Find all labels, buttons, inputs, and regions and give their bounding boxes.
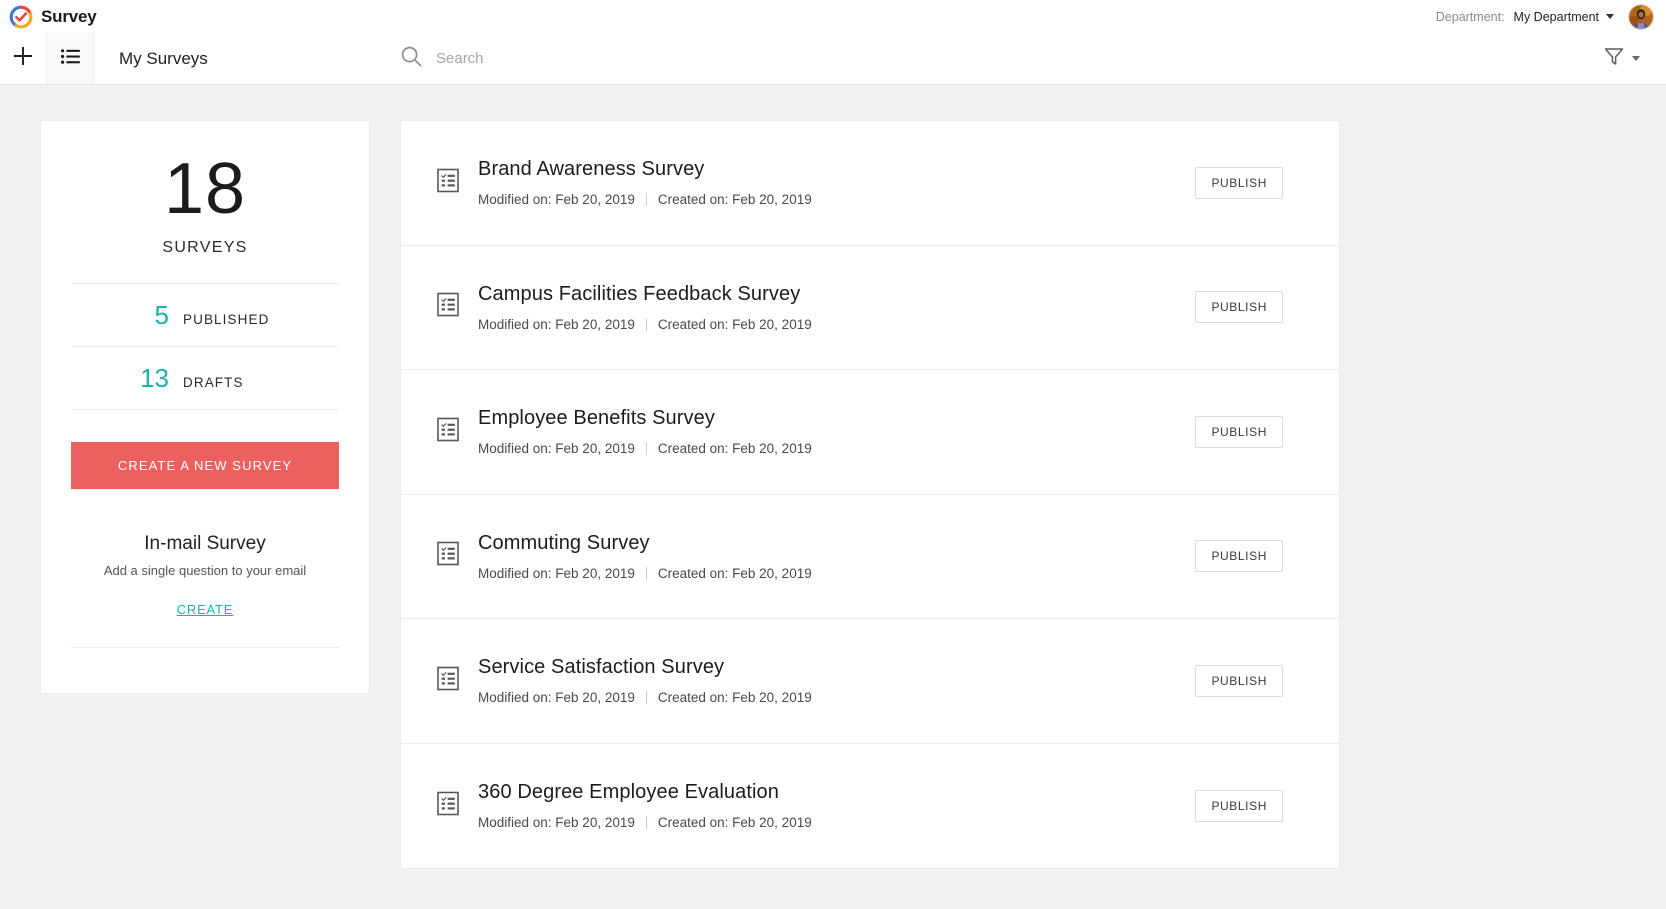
table-row[interactable]: Service Satisfaction Survey Modified on:… (401, 619, 1339, 744)
page-title: My Surveys (119, 48, 208, 68)
toolbar: My Surveys (0, 33, 1666, 85)
survey-title: Campus Facilities Feedback Survey (478, 282, 801, 305)
survey-meta: Modified on: Feb 20, 2019 Created on: Fe… (478, 306, 812, 332)
survey-form-icon (437, 168, 459, 197)
created-date: Created on: Feb 20, 2019 (657, 565, 812, 581)
survey-meta: Modified on: Feb 20, 2019 Created on: Fe… (478, 430, 812, 456)
department-selector[interactable]: My Department (1514, 10, 1614, 24)
table-row[interactable]: Brand Awareness Survey Modified on: Feb … (401, 121, 1339, 246)
page-body: 18 SURVEYS 5 PUBLISHED 13 DRAFTS CREATE … (0, 86, 1666, 909)
survey-title: 360 Degree Employee Evaluation (478, 781, 779, 804)
plus-icon (12, 45, 34, 72)
survey-meta: Modified on: Feb 20, 2019 Created on: Fe… (478, 181, 812, 207)
drafts-label: DRAFTS (183, 375, 244, 390)
survey-info: Brand Awareness Survey Modified on: Feb … (401, 158, 812, 207)
inmail-create-link[interactable]: CREATE (71, 578, 339, 617)
survey-title: Commuting Survey (478, 531, 650, 554)
meta-separator (645, 691, 647, 705)
total-survey-label: SURVEYS (162, 239, 248, 256)
survey-summary-card: 18 SURVEYS 5 PUBLISHED 13 DRAFTS CREATE … (40, 120, 370, 694)
stat-published[interactable]: 5 PUBLISHED (71, 283, 339, 346)
survey-check-logo-icon (9, 5, 33, 29)
search-input[interactable] (436, 50, 856, 67)
inmail-title: In-mail Survey (144, 533, 266, 554)
meta-separator (645, 193, 647, 207)
survey-meta: Modified on: Feb 20, 2019 Created on: Fe… (478, 804, 812, 830)
modified-date: Modified on: Feb 20, 2019 (478, 690, 635, 706)
survey-form-icon (437, 541, 459, 571)
chevron-down-icon (1606, 14, 1614, 19)
publish-button[interactable]: PUBLISH (1195, 664, 1283, 697)
list-view-icon (60, 48, 80, 69)
meta-separator (645, 816, 647, 830)
created-date: Created on: Feb 20, 2019 (657, 316, 812, 332)
meta-separator (645, 317, 647, 331)
survey-info: Commuting Survey Modified on: Feb 20, 20… (401, 532, 812, 581)
modified-date: Modified on: Feb 20, 2019 (478, 565, 635, 581)
table-row[interactable]: Campus Facilities Feedback Survey Modifi… (401, 246, 1339, 370)
table-row[interactable]: Employee Benefits Survey Modified on: Fe… (401, 370, 1339, 495)
survey-title: Brand Awareness Survey (478, 158, 705, 181)
brand-bar: Survey Department: My Department (0, 0, 1666, 33)
created-date: Created on: Feb 20, 2019 (657, 815, 812, 831)
inmail-survey-section: In-mail Survey Add a single question to … (71, 489, 339, 617)
brand-bar-right: Department: My Department (1436, 0, 1666, 33)
publish-button[interactable]: PUBLISH (1195, 166, 1283, 199)
department-label: Department: (1435, 9, 1505, 24)
modified-date: Modified on: Feb 20, 2019 (478, 441, 635, 457)
avatar[interactable] (1628, 3, 1654, 30)
meta-separator (645, 442, 647, 456)
department-value: My Department (1513, 9, 1599, 24)
chevron-down-icon (1632, 56, 1640, 61)
drafts-count: 13 (140, 363, 169, 393)
publish-button[interactable]: PUBLISH (1195, 789, 1283, 822)
published-label: PUBLISHED (183, 312, 270, 327)
survey-title: Service Satisfaction Survey (478, 656, 725, 679)
stat-drafts[interactable]: 13 DRAFTS (71, 346, 339, 409)
total-survey-count: 18 (163, 149, 247, 229)
modified-date: Modified on: Feb 20, 2019 (478, 192, 635, 208)
filter-button[interactable] (1603, 33, 1666, 84)
publish-button[interactable]: PUBLISH (1195, 540, 1283, 573)
created-date: Created on: Feb 20, 2019 (657, 192, 812, 208)
survey-title: Employee Benefits Survey (478, 407, 715, 430)
survey-info: 360 Degree Employee Evaluation Modified … (401, 781, 812, 830)
survey-info: Campus Facilities Feedback Survey Modifi… (401, 283, 812, 332)
brand-name: Survey (41, 6, 97, 26)
meta-separator (645, 566, 647, 580)
survey-form-icon (437, 417, 459, 446)
published-count: 5 (154, 300, 169, 330)
table-row[interactable]: Commuting Survey Modified on: Feb 20, 20… (401, 495, 1339, 619)
survey-meta: Modified on: Feb 20, 2019 Created on: Fe… (478, 679, 812, 705)
modified-date: Modified on: Feb 20, 2019 (478, 815, 635, 831)
create-a-new-survey-button[interactable]: CREATE A NEW SURVEY (71, 442, 339, 489)
funnel-filter-icon (1603, 45, 1625, 72)
search-area (401, 33, 1603, 84)
survey-info: Service Satisfaction Survey Modified on:… (401, 656, 812, 705)
created-date: Created on: Feb 20, 2019 (657, 441, 812, 457)
add-survey-button[interactable] (0, 33, 47, 84)
search-icon (401, 46, 422, 72)
create-survey-section: CREATE A NEW SURVEY (71, 409, 339, 489)
survey-form-icon (437, 292, 459, 322)
survey-form-icon (437, 791, 459, 820)
list-view-button[interactable] (47, 33, 94, 84)
modified-date: Modified on: Feb 20, 2019 (478, 316, 635, 332)
table-row[interactable]: 360 Degree Employee Evaluation Modified … (401, 744, 1339, 869)
survey-info: Employee Benefits Survey Modified on: Fe… (401, 407, 812, 456)
publish-button[interactable]: PUBLISH (1195, 291, 1283, 324)
created-date: Created on: Feb 20, 2019 (657, 690, 812, 706)
brand-home-link[interactable]: Survey (0, 5, 97, 29)
survey-list: Brand Awareness Survey Modified on: Feb … (400, 120, 1340, 869)
survey-form-icon (437, 666, 459, 695)
card-divider (71, 647, 339, 693)
survey-meta: Modified on: Feb 20, 2019 Created on: Fe… (478, 555, 812, 581)
inmail-subtitle: Add a single question to your email (103, 563, 307, 578)
publish-button[interactable]: PUBLISH (1195, 415, 1283, 448)
